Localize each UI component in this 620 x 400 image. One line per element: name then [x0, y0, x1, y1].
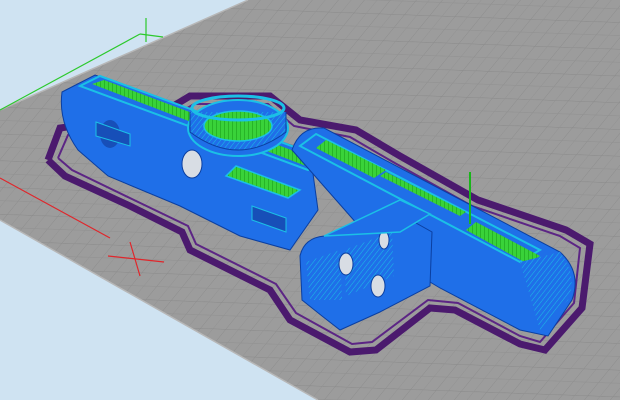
arm-hole-mid — [181, 149, 203, 179]
3d-preview-viewport[interactable] — [0, 0, 620, 400]
ring-inner-infill — [203, 110, 273, 142]
hinge-hole-2 — [370, 274, 386, 298]
hinge-hole-1 — [338, 252, 354, 276]
sliced-model-scene[interactable] — [0, 0, 620, 400]
y-axis-tick2 — [139, 33, 164, 38]
